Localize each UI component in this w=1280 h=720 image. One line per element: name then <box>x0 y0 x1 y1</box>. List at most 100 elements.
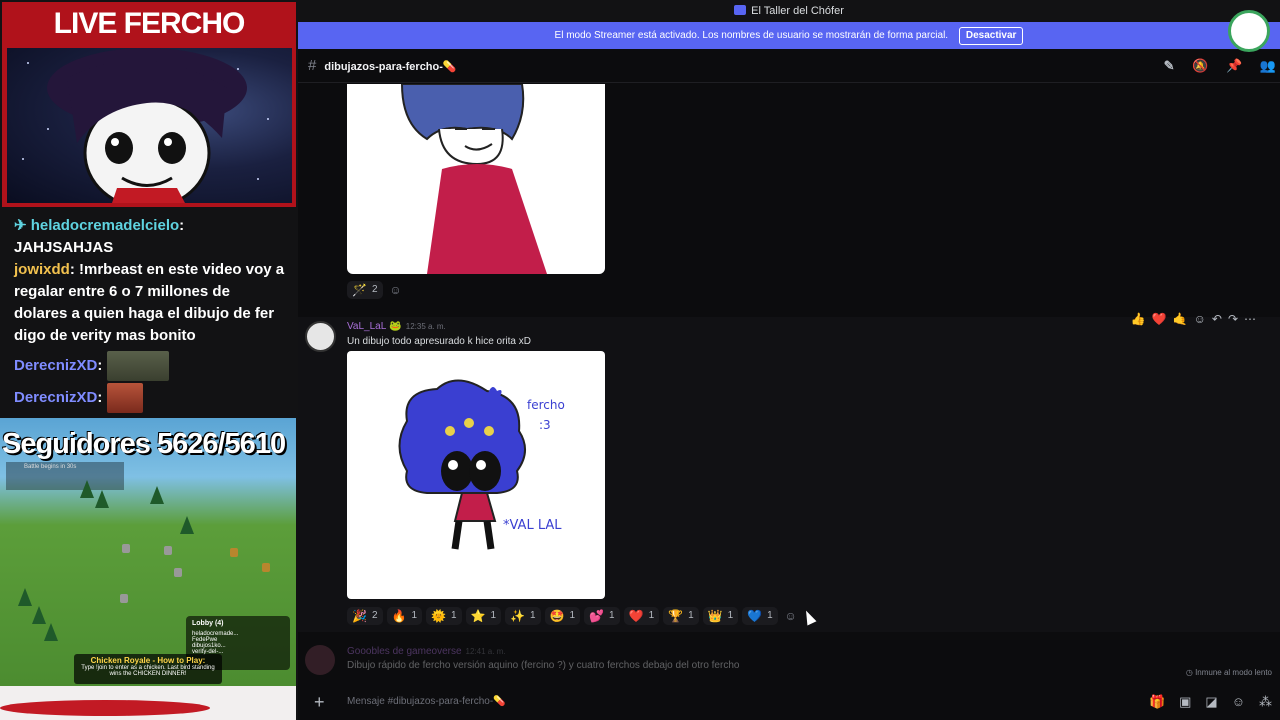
hash-icon: # <box>308 57 317 74</box>
bottom-strip <box>0 686 296 720</box>
mute-icon[interactable]: 🔕 <box>1192 58 1208 73</box>
followers-counter: Seguidores 5626/5610 <box>2 428 286 460</box>
message-author[interactable]: VaL_LaL 🐸 12:35 a. m. <box>347 321 446 332</box>
emoji-icon[interactable]: ☺ <box>1232 694 1245 710</box>
message-composer: + Mensaje #dibujazos-para-fercho-💊 🎁 ▣ ◪… <box>298 686 1280 720</box>
reaction-pill[interactable]: 🎉 2 <box>347 607 383 625</box>
heart-icon[interactable]: ❤️ <box>1152 312 1167 326</box>
reaction-count: 1 <box>530 610 536 621</box>
reaction-emoji: 💙 <box>747 609 763 623</box>
message-input[interactable]: Mensaje #dibujazos-para-fercho-💊 <box>347 696 506 707</box>
reaction-pill[interactable]: 💕 1 <box>584 607 620 625</box>
reaction-emoji: 🔥 <box>391 609 407 623</box>
thumbs-up-icon[interactable]: 👍 <box>1131 312 1146 326</box>
author-avatar[interactable] <box>305 321 336 352</box>
reaction-pill[interactable]: 💙 1 <box>742 607 778 625</box>
reaction-count: 2 <box>371 284 378 295</box>
chicken-player <box>120 594 128 603</box>
author-avatar[interactable] <box>305 645 335 675</box>
chat-username: jowixdd <box>14 261 70 278</box>
message-text: Dibujo rápido de fercho versión aquino (… <box>347 660 740 671</box>
pin-icon[interactable]: 📌 <box>1226 58 1242 73</box>
drawing-image: fercho :3 *VAL LAL <box>398 379 565 550</box>
clock-icon: ◷ <box>1185 668 1196 677</box>
chat-separator: : <box>97 356 103 374</box>
chicken-player <box>174 568 182 577</box>
channel-name: dibujazos-para-fercho-💊 <box>324 61 457 73</box>
message-item[interactable]: VaL_LaL 🐸 12:35 a. m. Un dibujo todo apres… <box>298 312 1280 632</box>
reaction-count: 1 <box>648 610 655 621</box>
deactivate-button[interactable]: Desactivar <box>958 27 1024 45</box>
chat-separator: : <box>97 388 103 406</box>
slowmode-notice: ◷ Inmune al modo lento <box>1186 668 1272 677</box>
author-name[interactable]: VaL_LaL <box>347 321 386 332</box>
tree-icon <box>80 480 94 498</box>
webcam-frame <box>7 48 292 203</box>
chat-prefix: ✈ <box>14 217 31 234</box>
reply-icon[interactable]: ↶ <box>1212 312 1222 326</box>
chat-separator: : <box>69 261 80 278</box>
add-reaction-icon[interactable]: ☺ <box>387 281 405 299</box>
hand-icon[interactable]: 🤙 <box>1173 312 1188 326</box>
art-label: :3 <box>539 418 551 432</box>
sticker-icon[interactable]: ◪ <box>1205 694 1217 710</box>
add-reaction-icon[interactable]: ☺ <box>1194 312 1206 326</box>
composer-toolbar: 🎁 ▣ ◪ ☺ ⁂ <box>1149 694 1272 710</box>
reaction-pill[interactable]: ⭐ 1 <box>465 607 502 625</box>
chat-username: DerecnizXD <box>14 388 98 406</box>
tree-icon <box>150 486 164 504</box>
reaction-pill[interactable]: ❤️ 1 <box>623 607 660 625</box>
reaction-emoji: ✨ <box>510 609 526 623</box>
lobby-title: Lobby (4) <box>192 620 224 627</box>
window-title: El Taller del Chófer <box>751 5 844 17</box>
webcam-title: LIVE FERCHO REACTION <box>53 7 246 84</box>
tree-icon <box>18 588 32 606</box>
reaction-bar: 🎉 2 🔥 1 🌞 1 ⭐ 1 ✨ 1 🤩 1 💕 1 ❤️ 1 🏆 1 👑 1 💙 1 ☺ <box>347 607 800 625</box>
gift-icon[interactable]: 🎁 <box>1149 694 1165 710</box>
art-signature: *VAL LAL <box>503 518 562 533</box>
reaction-pill[interactable]: 🔥 1 <box>386 607 423 625</box>
author-badge: 🐸 <box>389 321 402 332</box>
message-item[interactable]: Gooobles de gameoverse 12:41 a. m. Dibujo… <box>298 640 1280 682</box>
drawing-attachment-2[interactable]: fercho :3 *VAL LAL <box>347 351 605 599</box>
message-list[interactable]: 🪄 2 ☺ VaL_LaL 🐸 12:35 a. m. Un dibujo todo … <box>298 84 1280 682</box>
streamer-notice: El modo Streamer está activado. Los nomb… <box>554 30 949 41</box>
reaction-emoji: 🏆 <box>668 609 684 623</box>
discord-window: El Taller del Chófer El modo Streamer es… <box>298 0 1280 720</box>
message-author[interactable]: Gooobles de gameoverse 12:41 a. m. <box>347 646 506 657</box>
stream-overlay: LIVE FERCHO REACTION <box>0 0 298 720</box>
streamer-avatar[interactable] <box>1228 10 1270 52</box>
members-icon[interactable]: 👥 <box>1260 58 1276 73</box>
threads-icon[interactable]: ✎ <box>1164 58 1175 73</box>
reaction-pill[interactable]: 👑 1 <box>702 607 739 625</box>
apps-icon[interactable]: ⁂ <box>1259 694 1272 710</box>
drawing-attachment-1[interactable] <box>347 84 605 274</box>
author-name[interactable]: Gooobles de gameoverse <box>347 646 462 657</box>
more-icon[interactable]: ⋯ <box>1244 312 1256 326</box>
reaction-pill[interactable]: 🪄 2 <box>347 281 383 299</box>
reaction-emoji: 🌞 <box>431 609 446 623</box>
reaction-pill[interactable]: 🤩 1 <box>544 607 581 625</box>
add-reaction-icon[interactable]: ☺ <box>782 607 800 625</box>
message-timestamp: 12:35 a. m. <box>405 322 446 331</box>
reaction-pill[interactable]: 🏆 1 <box>663 607 699 625</box>
gif-icon[interactable]: ▣ <box>1179 694 1191 710</box>
reaction-count: 1 <box>450 610 457 621</box>
reaction-pill[interactable]: ✨ 1 <box>505 607 541 625</box>
how-to-play-line: wins the CHICKEN DINNER! <box>109 671 187 677</box>
how-to-play-panel: Chicken Royale - How to Play: Type !join… <box>74 654 222 684</box>
chat-message: DerecnizXD: <box>14 383 286 413</box>
forward-icon[interactable]: ↷ <box>1228 312 1238 326</box>
chat-emote-image <box>106 383 143 413</box>
chat-username: heladocremadelcielo <box>30 217 180 234</box>
game-hint: Battle begins in 30s <box>6 462 124 490</box>
streamer-mode-bar: El modo Streamer está activado. Los nomb… <box>298 22 1280 49</box>
reaction-pill[interactable]: 🌞 1 <box>426 607 462 625</box>
channel-header: # dibujazos-para-fercho-💊 ✎ 🔕 📌 👥 <box>298 49 1280 83</box>
reaction-count: 1 <box>609 610 615 621</box>
message-actions: 👍 ❤️ 🤙 ☺ ↶ ↷ ⋯ <box>1131 307 1256 331</box>
chicken-player <box>164 546 172 555</box>
screen: LIVE FERCHO REACTION <box>0 0 1280 720</box>
plus-icon[interactable]: + <box>314 692 325 713</box>
reaction-emoji: ⭐ <box>470 609 486 623</box>
